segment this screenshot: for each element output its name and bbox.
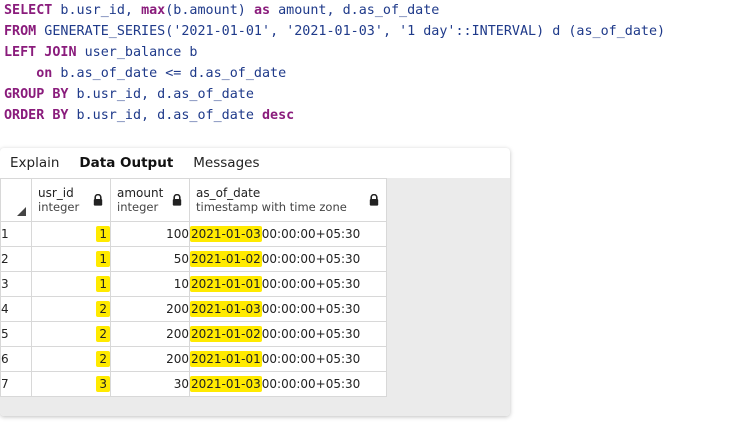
column-header-usr-id[interactable]: usr_id integer bbox=[31, 178, 111, 222]
table-row[interactable]: 2 1 50 2021-01-0200:00:00+05:30 bbox=[0, 246, 387, 272]
table-row[interactable]: 4 2 200 2021-01-0300:00:00+05:30 bbox=[0, 296, 387, 322]
table-row[interactable]: 6 2 200 2021-01-0100:00:00+05:30 bbox=[0, 346, 387, 372]
cell-usr-id[interactable]: 2 bbox=[31, 346, 111, 372]
cell-as-of-date[interactable]: 2021-01-0200:00:00+05:30 bbox=[189, 246, 387, 272]
row-number[interactable]: 6 bbox=[0, 346, 32, 372]
cell-as-of-date[interactable]: 2021-01-0100:00:00+05:30 bbox=[189, 346, 387, 372]
table-row[interactable]: 1 1 100 2021-01-0300:00:00+05:30 bbox=[0, 221, 387, 247]
cell-as-of-date[interactable]: 2021-01-0300:00:00+05:30 bbox=[189, 221, 387, 247]
sql-line-2: FROM GENERATE_SERIES('2021-01-01', '2021… bbox=[4, 24, 666, 39]
row-number[interactable]: 5 bbox=[0, 321, 32, 347]
data-grid-area: usr_id integer amount integer as_of_date… bbox=[0, 178, 510, 416]
cell-as-of-date[interactable]: 2021-01-0100:00:00+05:30 bbox=[189, 271, 387, 297]
row-number[interactable]: 3 bbox=[0, 271, 32, 297]
cell-usr-id[interactable]: 1 bbox=[31, 246, 111, 272]
table-row[interactable]: 7 3 30 2021-01-0300:00:00+05:30 bbox=[0, 371, 387, 397]
cell-as-of-date[interactable]: 2021-01-0300:00:00+05:30 bbox=[189, 371, 387, 397]
cell-amount[interactable]: 10 bbox=[110, 271, 190, 297]
column-header-as-of-date[interactable]: as_of_date timestamp with time zone bbox=[189, 178, 387, 222]
sql-line-3: LEFT JOIN user_balance b bbox=[4, 45, 198, 60]
results-tabs: Explain Data Output Messages bbox=[0, 148, 510, 178]
table-row[interactable]: 5 2 200 2021-01-0200:00:00+05:30 bbox=[0, 321, 387, 347]
sql-line-1: SELECT b.usr_id, max(b.amount) as amount… bbox=[4, 3, 440, 18]
cell-amount[interactable]: 200 bbox=[110, 296, 190, 322]
lock-icon bbox=[172, 194, 182, 206]
row-number[interactable]: 1 bbox=[0, 221, 32, 247]
cell-amount[interactable]: 100 bbox=[110, 221, 190, 247]
lock-icon bbox=[369, 194, 379, 206]
sql-line-6: ORDER BY b.usr_id, d.as_of_date desc bbox=[4, 108, 295, 123]
cell-usr-id[interactable]: 1 bbox=[31, 221, 111, 247]
cell-amount[interactable]: 200 bbox=[110, 321, 190, 347]
tab-explain[interactable]: Explain bbox=[0, 155, 59, 171]
lock-icon bbox=[93, 194, 103, 206]
table-row[interactable]: 3 1 10 2021-01-0100:00:00+05:30 bbox=[0, 271, 387, 297]
cell-usr-id[interactable]: 2 bbox=[31, 296, 111, 322]
cell-usr-id[interactable]: 3 bbox=[31, 371, 111, 397]
tab-data-output[interactable]: Data Output bbox=[69, 155, 173, 171]
cell-as-of-date[interactable]: 2021-01-0300:00:00+05:30 bbox=[189, 296, 387, 322]
column-header-amount[interactable]: amount integer bbox=[110, 178, 190, 222]
select-all-corner[interactable] bbox=[0, 178, 32, 222]
sql-line-4: on b.as_of_date <= d.as_of_date bbox=[36, 66, 287, 81]
cell-amount[interactable]: 30 bbox=[110, 371, 190, 397]
sql-editor[interactable]: SELECT b.usr_id, max(b.amount) as amount… bbox=[4, 0, 665, 126]
row-number[interactable]: 4 bbox=[0, 296, 32, 322]
row-number[interactable]: 7 bbox=[0, 371, 32, 397]
results-panel: Explain Data Output Messages usr_id inte… bbox=[0, 148, 510, 416]
sql-line-5: GROUP BY b.usr_id, d.as_of_date bbox=[4, 87, 254, 102]
cell-amount[interactable]: 200 bbox=[110, 346, 190, 372]
cell-as-of-date[interactable]: 2021-01-0200:00:00+05:30 bbox=[189, 321, 387, 347]
cell-usr-id[interactable]: 1 bbox=[31, 271, 111, 297]
corner-triangle-icon bbox=[17, 207, 26, 216]
tab-messages[interactable]: Messages bbox=[183, 155, 259, 171]
data-grid: usr_id integer amount integer as_of_date… bbox=[0, 178, 387, 397]
row-number[interactable]: 2 bbox=[0, 246, 32, 272]
cell-amount[interactable]: 50 bbox=[110, 246, 190, 272]
cell-usr-id[interactable]: 2 bbox=[31, 321, 111, 347]
